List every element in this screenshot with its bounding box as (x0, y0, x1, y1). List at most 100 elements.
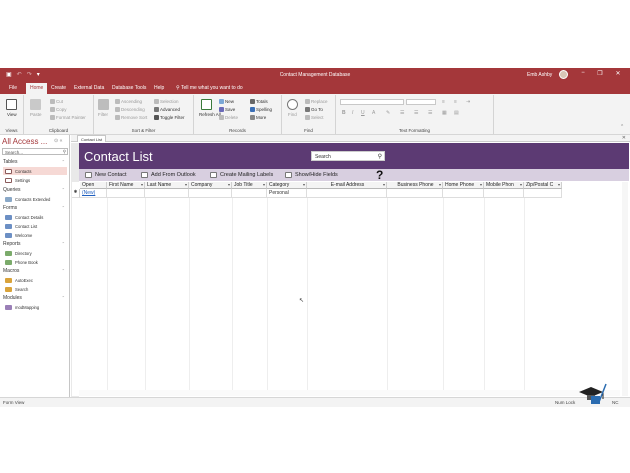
column-header-home-phone[interactable]: Home Phone ▾ (443, 182, 484, 189)
nav-item-welcome[interactable]: Welcome (3, 231, 67, 239)
delete-record-button[interactable]: Delete (219, 115, 238, 120)
new-record-open-link[interactable]: (New) (80, 189, 107, 198)
add-from-outlook-button[interactable]: Add From Outlook (141, 172, 196, 178)
new-row-company-cell[interactable] (189, 189, 232, 198)
column-header-zip[interactable]: Zip/Postal C ▾ (524, 182, 562, 189)
new-row-last-name-cell[interactable] (145, 189, 189, 198)
dropdown-arrow-icon[interactable]: ▾ (141, 182, 143, 187)
nav-item-directory[interactable]: Directory (3, 249, 67, 257)
dropdown-arrow-icon[interactable]: ▾ (480, 182, 482, 187)
selection-button[interactable]: Selection (154, 99, 179, 104)
new-row-selector[interactable]: ✱ (72, 189, 80, 198)
nav-item-contact-list[interactable]: Contact List (3, 222, 67, 230)
dropdown-arrow-icon[interactable]: ▾ (558, 182, 560, 187)
bold-button[interactable]: B (342, 110, 346, 116)
tab-help[interactable]: Help (154, 85, 164, 91)
dropdown-arrow-icon[interactable]: ▾ (439, 182, 441, 187)
form-search-input[interactable]: Search ⚲ (311, 151, 385, 161)
nav-search-input[interactable]: Search... ⚲ (2, 148, 68, 155)
nav-item-settings[interactable]: Settings (3, 176, 67, 184)
nav-item-contact-details[interactable]: Contact Details (3, 213, 67, 221)
replace-button[interactable]: Replace (305, 99, 328, 104)
nav-item-autoexec[interactable]: AutoExec (3, 276, 67, 284)
font-size-dropdown[interactable] (406, 99, 436, 105)
column-header-last-name[interactable]: Last Name ▾ (145, 182, 189, 189)
new-contact-button[interactable]: New Contact (85, 172, 127, 178)
nav-item-phone-book[interactable]: Phone Book (3, 258, 67, 266)
toggle-filter-button[interactable]: Toggle Filter (154, 115, 185, 120)
tab-external-data[interactable]: External Data (74, 85, 104, 91)
new-row-category-cell[interactable]: Personal (267, 189, 307, 198)
column-header-mobile-phone[interactable]: Mobile Phon ▾ (484, 182, 524, 189)
tab-create[interactable]: Create (51, 85, 66, 91)
search-icon[interactable]: ⚲ (378, 153, 382, 160)
dropdown-arrow-icon[interactable]: ▾ (228, 182, 230, 187)
column-header-job-title[interactable]: Job Title ▾ (232, 182, 267, 189)
new-row-job-title-cell[interactable] (232, 189, 267, 198)
new-row-mobile-phone-cell[interactable] (484, 189, 524, 198)
dropdown-arrow-icon[interactable]: ▾ (383, 182, 385, 187)
nav-item-search[interactable]: Search (3, 285, 67, 293)
font-color-icon[interactable]: A (372, 110, 375, 116)
highlight-icon[interactable]: ✎ (386, 110, 390, 116)
new-row-zip-cell[interactable] (524, 189, 562, 198)
paste-button[interactable]: Paste (30, 112, 42, 117)
nav-group-reports[interactable]: Reports ⌃ (3, 241, 67, 247)
column-header-business-phone[interactable]: Business Phone ▾ (387, 182, 443, 189)
underline-button[interactable]: U (361, 110, 365, 116)
goto-button[interactable]: Go To (305, 107, 323, 112)
minimize-button[interactable]: − (577, 70, 589, 76)
new-record-button[interactable]: New (219, 99, 234, 104)
new-row-home-phone-cell[interactable] (443, 189, 484, 198)
nav-group-tables[interactable]: Tables ⌃ (3, 159, 67, 165)
user-name[interactable]: Emb Ashby (527, 72, 552, 78)
refresh-all-button[interactable]: Refresh All (199, 112, 221, 117)
nav-group-forms[interactable]: Forms ⌃ (3, 205, 67, 211)
filter-button[interactable]: Filter (98, 112, 108, 117)
font-name-dropdown[interactable] (340, 99, 404, 105)
column-header-first-name[interactable]: First Name ▾ (107, 182, 145, 189)
new-row-first-name-cell[interactable] (107, 189, 145, 198)
new-row-email-cell[interactable] (307, 189, 387, 198)
close-button[interactable]: ✕ (612, 70, 624, 77)
remove-sort-button[interactable]: Remove Sort (115, 115, 147, 120)
select-button[interactable]: Select (305, 115, 324, 120)
descending-button[interactable]: Descending (115, 107, 145, 112)
avatar[interactable] (559, 70, 568, 79)
align-center-icon[interactable]: ☰ (414, 110, 418, 116)
tab-home[interactable]: Home (26, 83, 48, 94)
italic-button[interactable]: I (352, 110, 353, 116)
nav-item-contacts-extended[interactable]: Contacts Extended (3, 195, 67, 203)
column-header-email[interactable]: E-mail Address ▾ (307, 182, 387, 189)
align-right-icon[interactable]: ☰ (428, 110, 432, 116)
column-header-category[interactable]: Category ▾ (267, 182, 307, 189)
cut-button[interactable]: Cut (50, 99, 63, 104)
restore-button[interactable]: ❐ (594, 70, 606, 77)
show-hide-fields-button[interactable]: Show/Hide Fields (285, 172, 338, 178)
dropdown-arrow-icon[interactable]: ▾ (185, 182, 187, 187)
format-painter-button[interactable]: Format Painter (50, 115, 86, 120)
dropdown-arrow-icon[interactable]: ▾ (263, 182, 265, 187)
nav-collapse-icon[interactable]: ⊙ « (54, 138, 62, 144)
nav-group-queries[interactable]: Queries ⌃ (3, 187, 67, 193)
ascending-button[interactable]: Ascending (115, 99, 142, 104)
close-document-icon[interactable]: ✕ (622, 135, 626, 141)
find-button[interactable]: Find (288, 112, 297, 117)
indent-icon[interactable]: ⇥ (466, 99, 470, 105)
create-mailing-labels-button[interactable]: Create Mailing Labels (210, 172, 273, 178)
background-color-icon[interactable]: ▦ (442, 110, 447, 116)
column-header-company[interactable]: Company ▾ (189, 182, 232, 189)
nav-item-contacts[interactable]: Contacts (3, 167, 67, 175)
tab-file[interactable]: File (9, 85, 17, 91)
bullets-icon[interactable]: ≡ (442, 99, 445, 105)
more-button[interactable]: More (250, 115, 266, 120)
save-record-button[interactable]: Save (219, 107, 235, 112)
column-header-open[interactable]: Open (80, 182, 107, 189)
nav-title[interactable]: All Access ... (2, 137, 47, 146)
new-row-business-phone-cell[interactable] (387, 189, 443, 198)
totals-button[interactable]: Totals (250, 99, 268, 104)
gridlines-icon[interactable]: ▤ (454, 110, 459, 116)
copy-button[interactable]: Copy (50, 107, 67, 112)
document-tab-contact-list[interactable]: Contact List (77, 135, 107, 142)
view-button[interactable]: View (7, 112, 17, 117)
